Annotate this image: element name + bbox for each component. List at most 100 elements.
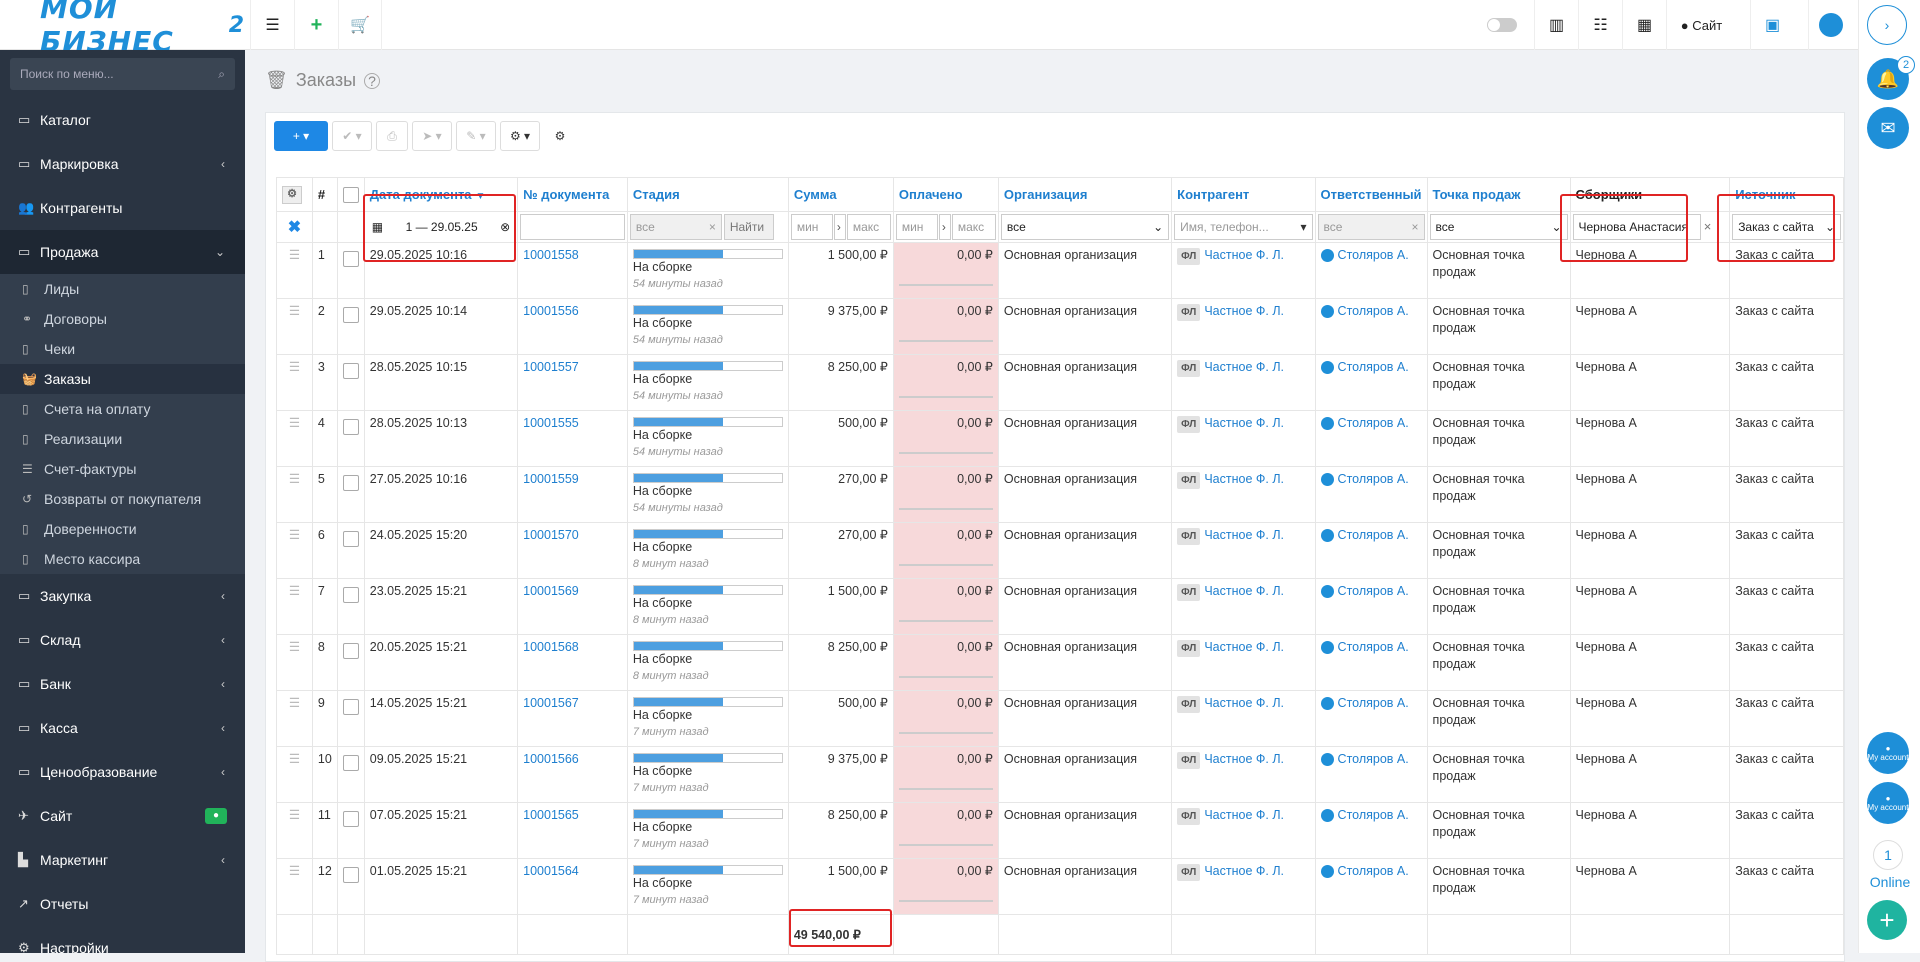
row-responsible[interactable]: Столяров А.: [1314, 690, 1428, 747]
table-row[interactable]: ☰ 9 14.05.2025 15:21 10001567 На сборке 7 мин…: [276, 690, 1844, 747]
print-icon[interactable]: ⎙: [376, 121, 408, 151]
row-responsible[interactable]: Столяров А.: [1314, 802, 1428, 859]
row-responsible[interactable]: Столяров А.: [1314, 634, 1428, 691]
table-row[interactable]: ☰ 5 27.05.2025 10:16 10001559 На сборке 54 ми…: [276, 466, 1844, 523]
table-row[interactable]: ☰ 4 28.05.2025 10:13 10001555 На сборке 54 ми…: [276, 410, 1844, 467]
row-select[interactable]: [336, 578, 365, 635]
sidebar-subitem[interactable]: ▯ Реализации: [0, 424, 245, 454]
site-button[interactable]: ● Сайт: [1666, 0, 1736, 50]
row-doc-link[interactable]: 10001559: [517, 466, 628, 523]
row-checkbox[interactable]: [342, 867, 359, 883]
row-stage[interactable]: На сборке 54 минуты назад: [626, 410, 789, 467]
row-contractor[interactable]: ФЛ Частное Ф. Л.: [1171, 522, 1316, 579]
sidebar-item[interactable]: ▭ Ценообразование ‹: [0, 750, 245, 794]
stage-filter[interactable]: все × Найти: [626, 211, 789, 243]
row-select[interactable]: [336, 466, 365, 523]
table-row[interactable]: ☰ 1 29.05.2025 10:16 10001558 На сборке 54 ми…: [276, 242, 1844, 299]
drag-handle-icon[interactable]: ☰: [276, 522, 313, 579]
source-filter[interactable]: Заказ с сайта ⌄: [1729, 211, 1844, 243]
sidebar-subitem[interactable]: ⚭ Договоры: [0, 304, 245, 334]
account-avatar[interactable]: ● My account: [1867, 782, 1909, 824]
row-select[interactable]: [336, 522, 365, 579]
drag-handle-icon[interactable]: ☰: [276, 690, 313, 747]
sidebar-item[interactable]: ↗ Отчеты: [0, 882, 245, 926]
col-organization[interactable]: Организация: [997, 177, 1173, 212]
column-settings-cell[interactable]: ⚙: [276, 177, 313, 212]
row-contractor[interactable]: ФЛ Частное Ф. Л.: [1171, 690, 1316, 747]
row-checkbox[interactable]: [342, 811, 359, 827]
attach-icon[interactable]: ✎ ▾: [456, 121, 496, 151]
row-stage[interactable]: На сборке 54 минуты назад: [626, 242, 789, 299]
drag-handle-icon[interactable]: ☰: [276, 578, 313, 635]
select-all-cell[interactable]: [336, 177, 365, 212]
account-avatar[interactable]: ● My account: [1867, 732, 1909, 774]
table-row[interactable]: ☰ 2 29.05.2025 10:14 10001556 На сборке 54 ми…: [276, 298, 1844, 355]
add-icon[interactable]: +: [294, 0, 338, 50]
row-contractor[interactable]: ФЛ Частное Ф. Л.: [1171, 242, 1316, 299]
row-checkbox[interactable]: [342, 419, 359, 435]
row-checkbox[interactable]: [342, 755, 359, 771]
row-doc-link[interactable]: 10001565: [517, 802, 628, 859]
calendar-icon[interactable]: ▦: [1622, 0, 1666, 50]
row-checkbox[interactable]: [342, 587, 359, 603]
sidebar-item[interactable]: ▭ Склад ‹: [0, 618, 245, 662]
row-doc-link[interactable]: 10001555: [517, 410, 628, 467]
row-responsible[interactable]: Столяров А.: [1314, 410, 1428, 467]
add-order-button[interactable]: + ▾: [274, 121, 328, 151]
drag-handle-icon[interactable]: ☰: [276, 634, 313, 691]
row-contractor[interactable]: ФЛ Частное Ф. Л.: [1171, 410, 1316, 467]
paid-filter[interactable]: мин › макс: [892, 211, 999, 243]
table-row[interactable]: ☰ 11 07.05.2025 15:21 10001565 На сборке 7 ми…: [276, 802, 1844, 859]
drag-handle-icon[interactable]: ☰: [276, 354, 313, 411]
row-checkbox[interactable]: [342, 531, 359, 547]
row-doc-link[interactable]: 10001557: [517, 354, 628, 411]
sidebar-item[interactable]: ▭ Банк ‹: [0, 662, 245, 706]
settings-icon[interactable]: ⚙ ▾: [500, 121, 540, 151]
select-all-checkbox[interactable]: [342, 186, 359, 203]
sidebar-item[interactable]: ⚙ Настройки: [0, 926, 245, 953]
table-row[interactable]: ☰ 10 09.05.2025 15:21 10001566 На сборке 7 ми…: [276, 746, 1844, 803]
drag-handle-icon[interactable]: ☰: [276, 858, 313, 915]
col-date[interactable]: Дата документа ▼: [363, 177, 519, 212]
row-doc-link[interactable]: 10001570: [517, 522, 628, 579]
row-doc-link[interactable]: 10001569: [517, 578, 628, 635]
drag-handle-icon[interactable]: ☰: [276, 466, 313, 523]
menu-search-input[interactable]: Поиск по меню... ⌕: [10, 58, 235, 90]
sidebar-subitem[interactable]: 🧺 Заказы: [0, 364, 245, 394]
row-contractor[interactable]: ФЛ Частное Ф. Л.: [1171, 466, 1316, 523]
sidebar-subitem[interactable]: ▯ Доверенности: [0, 514, 245, 544]
point-filter[interactable]: все ⌄: [1426, 211, 1571, 243]
drag-handle-icon[interactable]: ☰: [276, 410, 313, 467]
drag-handle-icon[interactable]: ☰: [276, 298, 313, 355]
col-sum[interactable]: Сумма: [787, 177, 894, 212]
clear-date-icon[interactable]: ⊗: [500, 220, 510, 234]
col-paid[interactable]: Оплачено: [892, 177, 999, 212]
table-row[interactable]: ☰ 12 01.05.2025 15:21 10001564 На сборке 7 ми…: [276, 858, 1844, 915]
row-contractor[interactable]: ФЛ Частное Ф. Л.: [1171, 578, 1316, 635]
collectors-filter[interactable]: Чернова Анастасия ×: [1569, 211, 1731, 243]
row-select[interactable]: [336, 298, 365, 355]
sidebar-item[interactable]: ▙ Маркетинг ‹: [0, 838, 245, 882]
row-select[interactable]: [336, 354, 365, 411]
date-filter[interactable]: ▦ 1 — 29.05.25 ⊗: [363, 211, 519, 243]
row-stage[interactable]: На сборке 7 минут назад: [626, 802, 789, 859]
doc-filter[interactable]: [517, 211, 628, 243]
row-stage[interactable]: На сборке 8 минут назад: [626, 578, 789, 635]
sidebar-subitem[interactable]: ▯ Место кассира: [0, 544, 245, 574]
cart-icon[interactable]: 🛒: [338, 0, 382, 50]
row-contractor[interactable]: ФЛ Частное Ф. Л.: [1171, 746, 1316, 803]
table-row[interactable]: ☰ 3 28.05.2025 10:15 10001557 На сборке 54 ми…: [276, 354, 1844, 411]
row-responsible[interactable]: Столяров А.: [1314, 746, 1428, 803]
sidebar-subitem[interactable]: ▯ Лиды: [0, 274, 245, 304]
row-responsible[interactable]: Столяров А.: [1314, 466, 1428, 523]
theme-toggle[interactable]: [1480, 0, 1524, 50]
menu-toggle-icon[interactable]: ☰: [250, 0, 294, 50]
row-stage[interactable]: На сборке 54 минуты назад: [626, 298, 789, 355]
sidebar-item[interactable]: ▭ Маркировка ‹: [0, 142, 245, 186]
col-contractor[interactable]: Контрагент: [1171, 177, 1316, 212]
sum-filter[interactable]: мин › макс: [787, 211, 894, 243]
row-contractor[interactable]: ФЛ Частное Ф. Л.: [1171, 634, 1316, 691]
row-doc-link[interactable]: 10001567: [517, 690, 628, 747]
row-doc-link[interactable]: 10001556: [517, 298, 628, 355]
drag-handle-icon[interactable]: ☰: [276, 746, 313, 803]
